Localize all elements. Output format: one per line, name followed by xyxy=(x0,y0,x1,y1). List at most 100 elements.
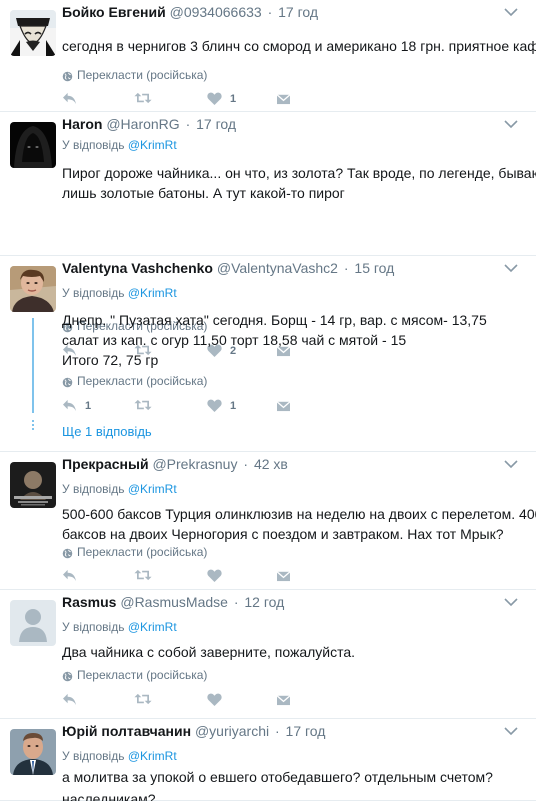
show-more-replies-link[interactable]: Ще 1 відповідь xyxy=(62,423,152,441)
chevron-down-icon[interactable] xyxy=(504,116,518,126)
like-button[interactable] xyxy=(207,569,230,582)
like-button[interactable]: 1 xyxy=(207,399,236,412)
reply-mention-link[interactable]: @KrimRt xyxy=(128,620,177,634)
timestamp[interactable]: 17 год xyxy=(286,723,326,739)
dm-button[interactable] xyxy=(276,399,291,412)
translate-label: Перекласти (російська) xyxy=(77,668,208,682)
reply-button[interactable] xyxy=(62,569,85,582)
tweet-text-line: Днепр. " Пузатая хата" сегодня. Борщ - 1… xyxy=(62,312,487,328)
timestamp[interactable]: 17 год xyxy=(278,4,318,20)
reply-mention-link[interactable]: @KrimRt xyxy=(128,749,177,763)
reply-mention-link[interactable]: @KrimRt xyxy=(128,286,177,300)
reply-button[interactable] xyxy=(62,92,85,105)
translate-label: Перекласти (російська) xyxy=(77,68,208,82)
chevron-down-icon[interactable] xyxy=(504,260,518,270)
like-button[interactable] xyxy=(207,693,230,706)
timestamp[interactable]: 42 хв xyxy=(254,456,288,472)
tweet-content: Прекрасный @Prekrasnuy · 42 хв У відповід… xyxy=(62,452,536,590)
author-name[interactable]: Юрій полтавчанин xyxy=(62,723,191,739)
tweet-content: Бойко Евгений @0934066633 · 17 год сегодн… xyxy=(62,0,536,112)
tweet-content: Юрій полтавчанин @yuriyarchi · 17 год У в… xyxy=(62,719,524,801)
tweet-content: Rasmus @RasmusMadse · 12 год У відповідь … xyxy=(62,590,524,719)
reply-icon xyxy=(62,569,77,582)
translate-link[interactable]: Перекласти (російська) xyxy=(62,67,207,83)
avatar[interactable] xyxy=(10,462,56,508)
author-name[interactable]: Rasmus xyxy=(62,594,116,610)
tweet[interactable]: Haron @HaronRG · 17 год У відповідь @Krim… xyxy=(0,112,536,256)
avatar[interactable] xyxy=(10,10,56,56)
retweet-icon xyxy=(134,399,152,411)
action-count: 1 xyxy=(230,92,237,105)
tweet-text-line: 500-600 баксов Турция олинклюзив на неде… xyxy=(62,506,536,522)
timestamp[interactable]: 12 год xyxy=(244,594,284,610)
author-handle[interactable]: @RasmusMadse xyxy=(120,594,228,610)
heart-icon xyxy=(207,399,222,412)
tweet[interactable]: Rasmus @RasmusMadse · 12 год У відповідь … xyxy=(0,590,536,719)
globe-icon xyxy=(62,376,73,387)
author-name[interactable]: Прекрасный xyxy=(62,456,149,472)
reply-mention-link[interactable]: @KrimRt xyxy=(128,482,177,496)
chevron-down-icon[interactable] xyxy=(504,594,518,604)
separator-dot: · xyxy=(274,723,280,739)
retweet-button[interactable] xyxy=(134,569,160,581)
author-name[interactable]: Valentyna Vashchenko xyxy=(62,260,213,276)
author-handle[interactable]: @yuriyarchi xyxy=(195,723,269,739)
tweet-actions xyxy=(62,693,302,711)
retweet-button[interactable] xyxy=(134,399,160,411)
translate-link[interactable]: Перекласти (російська) xyxy=(62,373,207,389)
author-handle[interactable]: @0934066633 xyxy=(170,4,262,20)
separator-dot: · xyxy=(343,260,349,276)
avatar[interactable] xyxy=(10,729,56,775)
author-handle[interactable]: @Prekrasnuy xyxy=(152,456,237,472)
reply-prefix: У відповідь xyxy=(62,749,125,763)
tweet-header: Бойко Евгений @0934066633 · 17 год xyxy=(62,3,318,21)
timestamp[interactable]: 17 год xyxy=(196,116,236,132)
tweet[interactable]: Valentyna Vashchenko @ValentynaVashc2 · … xyxy=(0,256,536,452)
timestamp[interactable]: 15 год xyxy=(354,260,394,276)
reply-context: У відповідь @KrimRt xyxy=(62,481,177,497)
tweet-header: Haron @HaronRG · 17 год xyxy=(62,115,236,133)
dm-button[interactable] xyxy=(276,92,291,105)
translate-link[interactable]: Перекласти (російська) xyxy=(62,667,207,683)
globe-icon xyxy=(62,547,73,558)
tweet[interactable]: Бойко Евгений @0934066633 · 17 год сегодн… xyxy=(0,0,536,112)
reply-button[interactable]: 1 xyxy=(62,399,91,412)
tweet-text-line: Два чайника с собой заверните, пожалуйст… xyxy=(62,644,356,660)
dm-button[interactable] xyxy=(276,693,291,706)
reply-context: У відповідь @KrimRt xyxy=(62,285,177,301)
translate-link[interactable]: Перекласти (російська) xyxy=(62,544,207,560)
author-name[interactable]: Haron xyxy=(62,116,102,132)
translate-label: Перекласти (російська) xyxy=(77,545,208,559)
reply-icon xyxy=(62,693,77,706)
action-count: 1 xyxy=(85,399,92,412)
author-handle[interactable]: @ValentynaVashc2 xyxy=(217,260,338,276)
reply-mention-link[interactable]: @KrimRt xyxy=(128,138,177,152)
author-name[interactable]: Бойко Евгений xyxy=(62,4,166,20)
author-handle[interactable]: @HaronRG xyxy=(106,116,179,132)
tweet-text-line: Пирог дороже чайника... он что, из золот… xyxy=(62,165,536,181)
retweet-button[interactable] xyxy=(134,693,160,705)
dm-button[interactable] xyxy=(276,569,291,582)
reply-context: У відповідь @KrimRt xyxy=(62,748,177,764)
retweet-icon xyxy=(134,693,152,705)
tweet-text-line: салат из кап. с огур 11,50 торт 18,58 ча… xyxy=(62,332,407,348)
retweet-button[interactable] xyxy=(134,92,160,104)
tweet-header: Юрій полтавчанин @yuriyarchi · 17 год xyxy=(62,722,325,740)
like-button[interactable]: 1 xyxy=(207,92,236,105)
reply-context: У відповідь @KrimRt xyxy=(62,619,177,635)
reply-button[interactable] xyxy=(62,693,85,706)
envelope-icon xyxy=(276,92,291,105)
avatar[interactable] xyxy=(10,122,56,168)
tweet[interactable]: Юрій полтавчанин @yuriyarchi · 17 год У в… xyxy=(0,719,536,801)
chevron-down-icon[interactable] xyxy=(504,456,518,466)
separator-dot: · xyxy=(185,116,191,132)
avatar[interactable] xyxy=(10,266,56,312)
separator-dot: · xyxy=(267,4,273,20)
tweet-text-line: баксов на двоих Черногория с поездом и з… xyxy=(62,526,504,542)
avatar[interactable] xyxy=(10,600,56,646)
chevron-down-icon[interactable] xyxy=(504,4,518,14)
chevron-down-icon[interactable] xyxy=(504,723,518,733)
tweet[interactable]: Прекрасный @Prekrasnuy · 42 хв У відповід… xyxy=(0,452,536,590)
tweet-text-line: а молитва за упокой о евшего отобедавшег… xyxy=(62,769,493,785)
tweet-actions: 11 xyxy=(62,399,302,417)
